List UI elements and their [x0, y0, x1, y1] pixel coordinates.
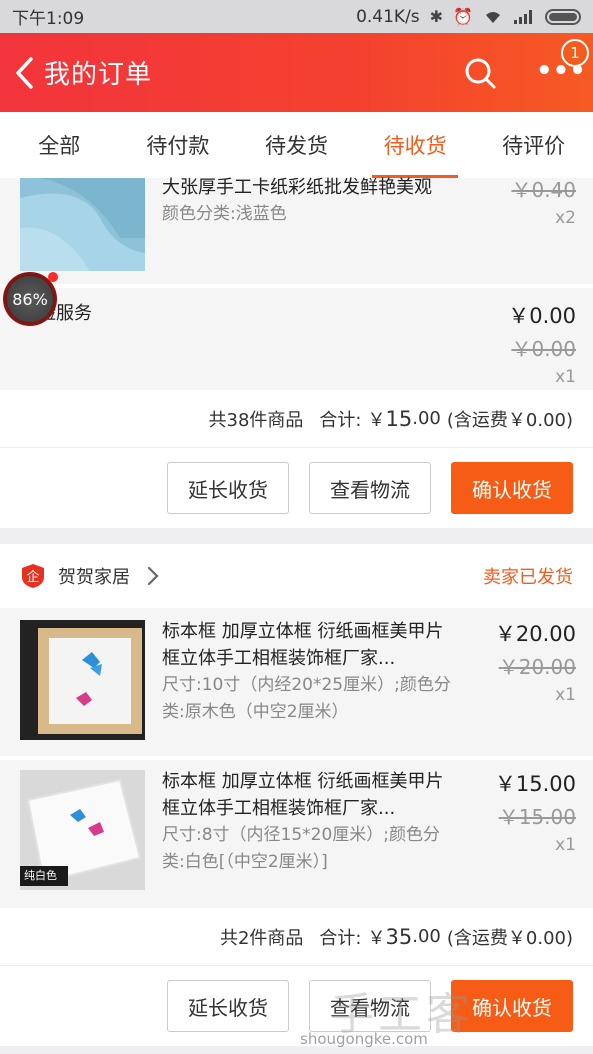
product-thumbnail: [20, 178, 145, 271]
view-logistics-button[interactable]: 查看物流: [309, 462, 431, 514]
network-speed: 0.41K/s: [356, 6, 420, 27]
status-bar: 下午1:09 0.41K/s ✱ ⏰: [0, 0, 593, 33]
total-amount: 35: [385, 924, 413, 949]
quantity: x1: [555, 367, 576, 387]
page-title: 我的订单: [44, 60, 153, 90]
product-name: 大张厚手工卡纸彩纸批发鲜艳美观: [162, 177, 432, 198]
product-spec: 颜色分类:浅蓝色: [162, 204, 287, 224]
currency: ￥: [367, 409, 386, 431]
back-arrow-icon: [16, 56, 33, 89]
bubble-dot: [48, 272, 58, 282]
extend-receipt-button[interactable]: 延长收货: [167, 980, 289, 1032]
tab-pending-shipment[interactable]: 待发货: [237, 112, 356, 178]
price-column: ￥15.00 ￥15.00 x1: [495, 768, 576, 855]
list-item[interactable]: 保险服务 ￥0.00 ￥0.00 x1: [0, 288, 593, 390]
original-price: ￥0.40: [511, 178, 576, 202]
chevron-right-icon: [147, 566, 159, 586]
tab-pending-review[interactable]: 待评价: [474, 112, 593, 178]
product-thumbnail: 纯白色: [20, 770, 145, 890]
svg-text:企: 企: [26, 569, 39, 585]
quantity: x1: [555, 685, 576, 705]
original-price: ￥15.00: [498, 805, 576, 829]
list-item[interactable]: 标本框 加厚立体框 衍纸画框美甲片框立体手工相框装饰框厂家... 尺寸:10寸（…: [0, 608, 593, 756]
order-actions: 延长收货 查看物流 确认收货: [0, 966, 593, 1046]
order-total: 共2件商品 合计: ￥ 35.00 (含运费￥0.00): [0, 908, 593, 966]
total-amount: 15: [385, 406, 413, 431]
item-count: 共2件商品: [219, 927, 304, 949]
shipping-note: (含运费￥0.00): [446, 927, 573, 949]
back-button[interactable]: [4, 43, 44, 103]
app-screen: 下午1:09 0.41K/s ✱ ⏰ 我的订单 ••• 1 全部 待付款 待发货…: [0, 0, 593, 1054]
product-spec: 尺寸:10寸（内经20*25厘米）;颜色分类:原木色（中空2厘米）: [162, 675, 451, 722]
wifi-icon: [486, 11, 500, 23]
tab-pending-receipt[interactable]: 待收货: [356, 112, 475, 178]
price-column: ￥0.00 ￥0.00 x1: [508, 300, 576, 387]
original-price: ￥0.00: [511, 337, 576, 361]
order-tabs: 全部 待付款 待发货 待收货 待评价: [0, 112, 593, 178]
price: ￥20.00: [494, 622, 576, 646]
original-price: ￥20.00: [498, 655, 576, 679]
order-total: 共38件商品 合计: ￥ 15.00 (含运费￥0.00): [0, 390, 593, 448]
total-decimal: .00: [412, 408, 441, 429]
bluetooth-icon: ✱: [429, 7, 444, 26]
order-list: 大张厚手工卡纸彩纸批发鲜艳美观 颜色分类:浅蓝色 ￥0.40 x2 保险服务 ￥…: [0, 177, 593, 1046]
paper-image: [20, 178, 145, 271]
notification-badge: 1: [561, 39, 589, 67]
alarm-icon: ⏰: [453, 7, 473, 26]
price: ￥0.00: [508, 304, 576, 328]
thumbnail-label: 纯白色: [24, 869, 57, 882]
shop-header[interactable]: 企 贺贺家居 卖家已发货: [0, 544, 593, 608]
frame-image: [20, 620, 145, 740]
price-column: ￥0.40 x2: [511, 174, 576, 228]
shop-status: 卖家已发货: [483, 567, 573, 588]
signal-icon: [514, 9, 532, 24]
product-spec: 尺寸:8寸（内径15*20厘米）;颜色分类:白色[（中空2厘米）]: [162, 825, 441, 872]
insurance-label: 保险服务: [20, 303, 92, 324]
price-column: ￥20.00 ￥20.00 x1: [495, 618, 576, 705]
confirm-receipt-button[interactable]: 确认收货: [451, 462, 573, 514]
total-decimal: .00: [412, 926, 441, 947]
watermark-url: shougongke.com: [300, 1030, 428, 1048]
product-name: 标本框 加厚立体框 衍纸画框美甲片框立体手工相框装饰框厂家...: [162, 621, 444, 669]
total-label: 合计:: [319, 409, 362, 431]
order-actions: 延长收货 查看物流 确认收货: [0, 448, 593, 528]
tab-pending-payment[interactable]: 待付款: [119, 112, 238, 178]
total-label: 合计:: [319, 927, 362, 949]
status-time: 下午1:09: [12, 9, 85, 29]
item-count: 共38件商品: [208, 409, 304, 431]
quantity: x2: [555, 208, 576, 228]
list-item[interactable]: 纯白色 标本框 加厚立体框 衍纸画框美甲片框立体手工相框装饰框厂家... 尺寸:…: [0, 760, 593, 908]
top-header: 我的订单 ••• 1: [0, 33, 593, 112]
price: ￥15.00: [494, 772, 576, 796]
shipping-note: (含运费￥0.00): [446, 409, 573, 431]
tab-all[interactable]: 全部: [0, 112, 119, 178]
quantity: x1: [555, 835, 576, 855]
extend-receipt-button[interactable]: 延长收货: [167, 462, 289, 514]
shop-name: 贺贺家居: [58, 567, 130, 588]
product-thumbnail: [20, 620, 145, 740]
section-gap: [0, 528, 593, 544]
list-item[interactable]: 大张厚手工卡纸彩纸批发鲜艳美观 颜色分类:浅蓝色 ￥0.40 x2: [0, 177, 593, 284]
currency: ￥: [367, 927, 386, 949]
product-name: 标本框 加厚立体框 衍纸画框美甲片框立体手工相框装饰框厂家...: [162, 771, 444, 819]
status-right: 0.41K/s ✱ ⏰: [356, 7, 581, 27]
shop-logo-icon: 企: [22, 564, 44, 588]
battery-icon: [545, 8, 581, 25]
search-icon[interactable]: [462, 55, 498, 91]
